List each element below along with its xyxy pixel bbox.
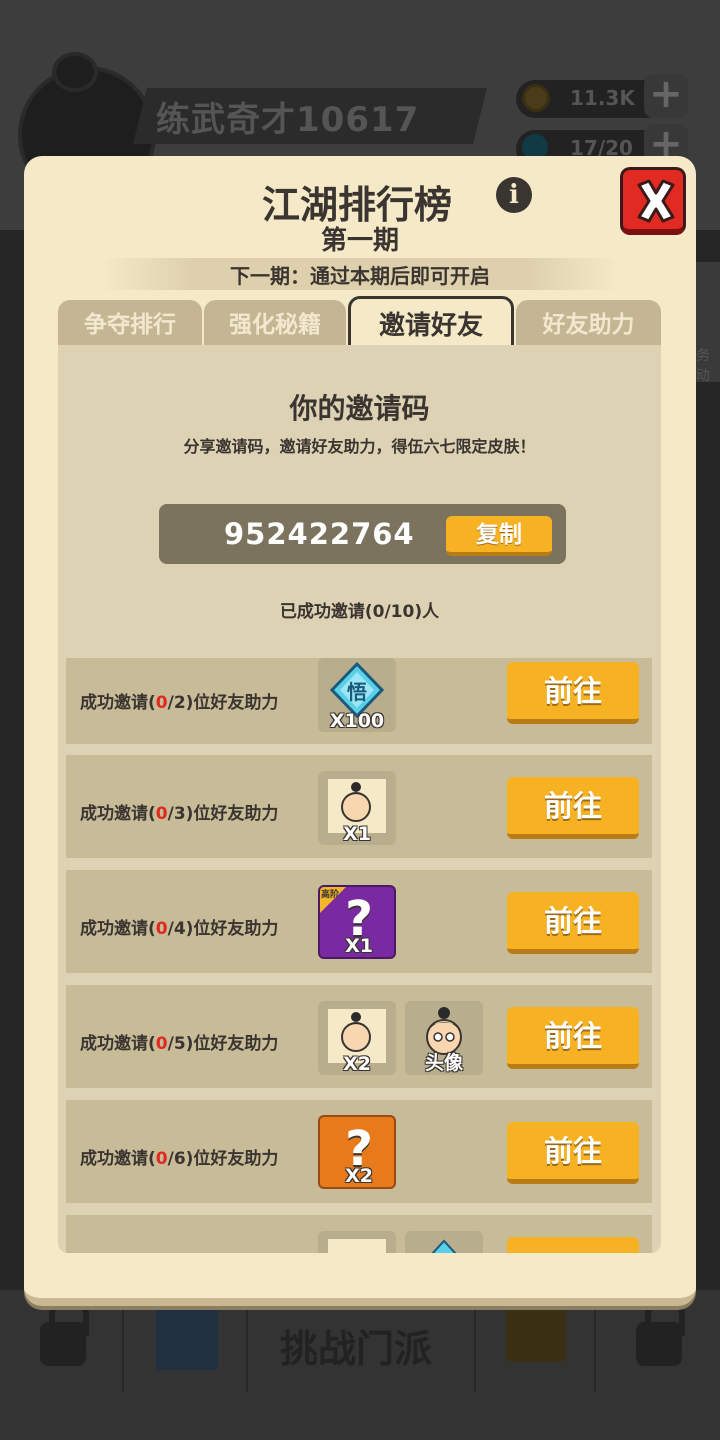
diamond-gem-icon: [431, 1239, 457, 1253]
reward-item[interactable]: X2: [318, 1001, 396, 1075]
invite-panel: 你的邀请码 分享邀请码，邀请好友助力，得伍六七限定皮肤！ 952422764 复…: [58, 345, 661, 1253]
tab-ranking[interactable]: 争夺排行: [58, 300, 202, 346]
lock-icon: [636, 1300, 685, 1366]
go-button[interactable]: 前往: [507, 1122, 639, 1184]
row-condition: 成功邀请(0/4)位好友助力: [80, 919, 279, 939]
coin-count: 11.3K: [570, 86, 635, 110]
go-button[interactable]: 前往: [507, 892, 639, 954]
reward-item[interactable]: 高阶 ? X1: [318, 885, 396, 959]
row-condition: 成功邀请(0/2)位好友助力: [80, 693, 279, 713]
copy-button[interactable]: 复制: [446, 516, 552, 556]
reward-qty: 头像: [424, 1052, 463, 1074]
row-condition: 成功邀请(0/3)位好友助力: [80, 804, 279, 824]
character-portrait-icon: [328, 1239, 386, 1253]
reward-item[interactable]: 悟 X100: [318, 658, 396, 732]
player-name: 练武奇才10617: [156, 100, 420, 140]
reward-qty: X1: [345, 935, 373, 957]
go-button[interactable]: 前往: [507, 662, 639, 724]
reward-qty: X1: [343, 823, 371, 845]
reward-item[interactable]: 头像: [405, 1001, 483, 1075]
reward-row: 成功邀请(0/3)位好友助力 X1 前往: [66, 755, 652, 858]
challenge-sect-label: 挑战门派: [280, 1327, 433, 1371]
invite-code: 952422764: [224, 517, 415, 551]
tab-invite-friends[interactable]: 邀请好友: [348, 296, 514, 346]
reward-row: 成功邀请(0/6)位好友助力 ? X2 前往: [66, 1100, 652, 1203]
tab-friend-help[interactable]: 好友助力: [516, 300, 661, 346]
gem-glyph: 悟: [347, 680, 367, 704]
reward-row: 成功邀请(0/5)位好友助力 X2 头像 前往: [66, 985, 652, 1088]
reward-row-partial: [66, 1215, 652, 1253]
reward-row: 成功邀请(0/4)位好友助力 高阶 ? X1 前往: [66, 870, 652, 973]
coin-icon: [522, 84, 550, 112]
lock-icon: [40, 1300, 89, 1366]
side-task-label: 务 动: [696, 348, 710, 384]
reward-item[interactable]: [405, 1231, 483, 1253]
row-condition: 成功邀请(0/5)位好友助力: [80, 1034, 279, 1054]
go-button[interactable]: 前往: [507, 777, 639, 839]
reward-item[interactable]: [318, 1231, 396, 1253]
reward-item[interactable]: ? X2: [318, 1115, 396, 1189]
invite-description: 分享邀请码，邀请好友助力，得伍六七限定皮肤！: [183, 437, 536, 456]
tab-secret-manual[interactable]: 强化秘籍: [204, 300, 346, 346]
reward-qty: X2: [343, 1053, 371, 1075]
period-label: 第一期: [320, 226, 399, 256]
reward-qty: X100: [329, 710, 385, 732]
go-button[interactable]: 前往: [507, 1007, 639, 1069]
go-button[interactable]: [507, 1237, 639, 1253]
sect-house-icon: [506, 1300, 566, 1362]
info-icon[interactable]: i: [496, 177, 532, 213]
next-period-text: 下一期：通过本期后即可开启: [230, 264, 490, 288]
reward-row: 成功邀请(0/2)位好友助力 悟 X100 前往: [66, 658, 652, 744]
invited-count: 已成功邀请(0/10)人: [279, 602, 440, 622]
reward-qty: X2: [345, 1165, 373, 1187]
invite-code-heading: 你的邀请码: [289, 392, 430, 425]
reward-item[interactable]: X1: [318, 771, 396, 845]
avatar-hair-knot-icon: [52, 52, 98, 92]
row-condition: 成功邀请(0/6)位好友助力: [80, 1149, 279, 1169]
add-coins-button: +: [644, 74, 688, 118]
